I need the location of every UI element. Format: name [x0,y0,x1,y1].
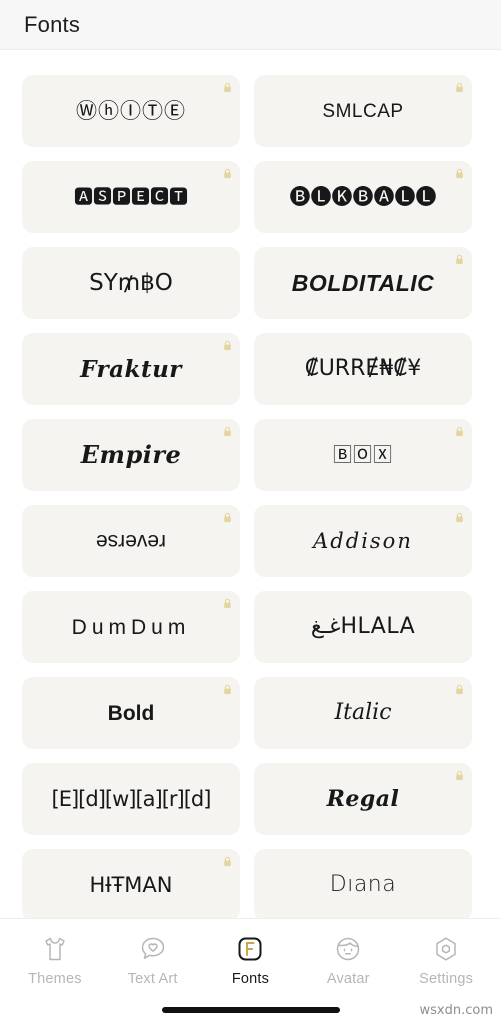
lock-icon [455,252,464,265]
tshirt-icon [40,934,70,964]
font-card-smlcap[interactable]: SMLCAP [254,75,472,147]
lock-icon [455,424,464,437]
tab-label-textart: Text Art [127,970,178,987]
lock-icon [223,854,232,867]
font-card-label: Dıana [329,872,397,897]
font-card-label: Empire [80,440,182,469]
site-watermark: wsxdn.com [419,1003,494,1018]
lock-icon [455,768,464,781]
tab-label-avatar: Avatar [326,970,370,987]
lock-icon [455,510,464,523]
font-card-symbo[interactable]: SY₥฿O [22,247,240,319]
tab-textart[interactable]: Text Art [107,934,199,987]
font-card-label: SMLCAP [322,100,404,122]
font-card-label: 🄱🄾🅇 [332,443,393,466]
lock-icon [223,166,232,179]
font-card-label: SY₥฿O [89,269,173,296]
face-icon [333,934,363,964]
bottom-tab-bar: Themes Text Art Fonts Avatar Settings wsxdn.… [0,918,501,1024]
fonts-grid: ⓌⓗⒾⓉⒺ SMLCAP 🅰🆂🅿🅴🅲🆃 🅑🅛🅚🅑🅐🅛🅛 SY₥฿O BOLDITALIC F… [0,51,501,918]
lock-icon [455,682,464,695]
font-card-label: reverse [95,529,167,553]
home-indicator [161,1007,340,1013]
tab-label-fonts: Fonts [231,970,270,987]
font-card-empire[interactable]: Empire [22,419,240,491]
font-card-hitman[interactable]: HƗŦMAN [22,849,240,918]
font-card-dumdum[interactable]: DumDum [22,591,240,663]
font-card-white[interactable]: ⓌⓗⒾⓉⒺ [22,75,240,147]
font-card-edward[interactable]: [E][d][w][a][r][d] [22,763,240,835]
font-card-label: BOLDITALIC [291,269,435,296]
font-card-label: ⓌⓗⒾⓉⒺ [76,98,186,123]
page-title: Fonts [24,11,81,37]
font-card-fraktur[interactable]: Fraktur [22,333,240,405]
lock-icon [223,596,232,609]
lock-icon [223,510,232,523]
font-card-box[interactable]: 🄱🄾🅇 [254,419,472,491]
font-card-label: HƗŦMAN [89,872,173,897]
font-card-regal[interactable]: Regal [254,763,472,835]
font-card-label: غـغHLALA [310,614,416,639]
font-card-label: Italic [334,700,392,725]
lock-icon [223,80,232,93]
font-card-label: Addison [313,528,413,553]
font-card-label: 🅑🅛🅚🅑🅐🅛🅛 [289,184,437,209]
tab-list: Themes Text Art Fonts Avatar Settings [0,919,501,997]
font-card-label: Bold [107,701,155,725]
lock-icon [223,338,232,351]
app-header: Fonts [0,0,501,50]
hexagon-gear-icon [431,934,461,964]
font-card-bold[interactable]: Bold [22,677,240,749]
fonts-scroll-area[interactable]: ⓌⓗⒾⓉⒺ SMLCAP 🅰🆂🅿🅴🅲🆃 🅑🅛🅚🅑🅐🅛🅛 SY₥฿O BOLDITALIC F… [0,51,501,918]
tab-fonts[interactable]: Fonts [204,934,296,987]
font-f-icon [235,934,265,964]
font-card-label: Regal [326,786,400,812]
font-card-label: [E][d][w][a][r][d] [51,786,212,811]
tab-label-themes: Themes [28,970,82,987]
tab-settings[interactable]: Settings [400,934,492,987]
font-card-hlala[interactable]: غـغHLALA [254,591,472,663]
lock-icon [223,682,232,695]
font-card-aspect[interactable]: 🅰🆂🅿🅴🅲🆃 [22,161,240,233]
lock-icon [455,166,464,179]
tab-themes[interactable]: Themes [9,934,101,987]
heart-bubble-icon [138,934,168,964]
font-card-bolditalic[interactable]: BOLDITALIC [254,247,472,319]
lock-icon [223,424,232,437]
font-card-label: Fraktur [80,355,182,383]
font-card-label: DumDum [71,615,191,639]
lock-icon [455,80,464,93]
tab-avatar[interactable]: Avatar [302,934,394,987]
font-card-blkball[interactable]: 🅑🅛🅚🅑🅐🅛🅛 [254,161,472,233]
font-card-currency[interactable]: ₡URRɆ₦₡¥ [254,333,472,405]
font-card-label: 🅰🆂🅿🅴🅲🆃 [73,185,188,208]
font-card-diana[interactable]: Dıana [254,849,472,918]
font-card-italic[interactable]: Italic [254,677,472,749]
font-card-addison[interactable]: Addison [254,505,472,577]
tab-label-settings: Settings [419,970,474,987]
font-card-label: ₡URRɆ₦₡¥ [304,356,422,381]
font-card-reverse[interactable]: reverse [22,505,240,577]
